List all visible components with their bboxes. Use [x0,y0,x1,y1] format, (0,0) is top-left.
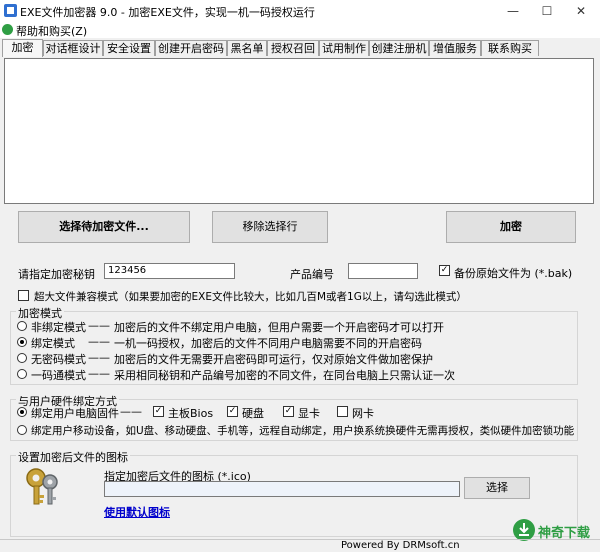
key-input[interactable]: 123456 [104,263,235,279]
gpu-checkbox[interactable]: ✓ [283,406,294,417]
key-label: 请指定加密秘钥 [18,268,95,281]
status-text: Powered By DRMsoft.cn [341,540,460,551]
mode-one-code-desc: 采用相同秘钥和产品编号加密的不同文件，在同台电脑上只需认证一次 [114,369,455,382]
backup-label: 备份原始文件为 (*.bak) [454,267,573,280]
mode-dash: —— [88,335,110,348]
radio-one-code-mode[interactable] [17,369,27,379]
key-icon [26,468,58,505]
close-button[interactable]: ✕ [564,0,598,22]
mode-bound-desc: 一机一码授权，加密后的文件不同用户电脑需要不同的开启密码 [114,337,422,350]
menu-help-buy[interactable]: 帮助和购买(Z) [16,23,87,39]
mode-dash: —— [88,351,110,364]
disk-checkbox[interactable]: ✓ [227,406,238,417]
radio-bind-pc[interactable] [17,407,27,417]
tab-trial[interactable]: 试用制作 [319,40,369,56]
tab-security[interactable]: 安全设置 [103,40,155,56]
encrypt-button[interactable]: 加密 [446,211,576,243]
tab-blacklist[interactable]: 黑名单 [227,40,267,56]
app-icon [4,4,17,17]
select-file-button[interactable]: 选择待加密文件... [18,211,190,243]
maximize-button[interactable]: ☐ [530,0,564,22]
large-file-checkbox[interactable] [18,290,29,301]
nic-label: 网卡 [352,407,374,420]
mode-bound-name: 绑定模式 [31,337,75,350]
use-default-icon-link[interactable]: 使用默认图标 [104,504,170,520]
radio-bound-mode[interactable] [17,337,27,347]
gpu-label: 显卡 [298,407,320,420]
mode-dash: —— [88,319,110,332]
tab-keygen[interactable]: 创建注册机 [369,40,429,56]
tab-contact-buy[interactable]: 联系购买 [481,40,539,56]
mode-no-password-name: 无密码模式 [31,353,86,366]
mode-one-code-name: 一码通模式 [31,369,86,382]
product-input[interactable] [348,263,418,279]
file-list[interactable] [4,58,594,204]
mode-unbound-desc: 加密后的文件不绑定用户电脑，但用户需要一个开启密码才可以打开 [114,321,444,334]
bind-pc-label: 绑定用户电脑固件 [31,407,119,420]
tab-license-recall[interactable]: 授权召回 [267,40,319,56]
bind-dash: —— [120,405,142,418]
help-menu-icon [2,24,13,35]
tab-strip: 加密 对话框设计 安全设置 创建开启密码 黑名单 授权召回 试用制作 创建注册机… [0,39,600,57]
disk-label: 硬盘 [242,407,264,420]
mode-dash: —— [88,367,110,380]
mode-unbound-name: 非绑定模式 [31,321,86,334]
bind-mobile-label: 绑定用户移动设备，如U盘、移动硬盘、手机等，远程自动绑定，用户换系统换硬件无需再… [31,425,575,437]
radio-bind-mobile[interactable] [17,425,27,435]
menu-bar: 帮助和购买(Z) [0,22,600,38]
bios-checkbox[interactable]: ✓ [153,406,164,417]
large-file-label: 超大文件兼容模式（如果要加密的EXE文件比较大，比如几百M或者1G以上，请勾选此… [34,291,467,303]
tab-create-open-password[interactable]: 创建开启密码 [155,40,227,56]
tab-dialog-design[interactable]: 对话框设计 [43,40,103,56]
backup-checkbox[interactable]: ✓ [439,265,450,276]
tab-encrypt[interactable]: 加密 [2,39,43,57]
mode-no-password-desc: 加密后的文件无需要开启密码即可运行，仅对原始文件做加密保护 [114,353,433,366]
remove-selected-button[interactable]: 移除选择行 [212,211,328,243]
title-bar: EXE文件加密器 9.0 - 加密EXE文件，实现一机一码授权运行 — ☐ ✕ [0,0,600,22]
minimize-button[interactable]: — [496,0,530,22]
radio-unbound-mode[interactable] [17,321,27,331]
tab-value-added[interactable]: 增值服务 [429,40,481,56]
window-title: EXE文件加密器 9.0 - 加密EXE文件，实现一机一码授权运行 [20,6,315,19]
icon-path-input[interactable] [104,481,460,497]
product-label: 产品编号 [290,268,334,281]
bios-label: 主板Bios [168,407,214,420]
icon-settings-legend: 设置加密后文件的图标 [16,449,130,465]
choose-icon-button[interactable]: 选择 [464,477,530,499]
status-bar: Powered By DRMsoft.cn [0,539,600,552]
nic-checkbox[interactable] [337,406,348,417]
radio-no-password-mode[interactable] [17,353,27,363]
